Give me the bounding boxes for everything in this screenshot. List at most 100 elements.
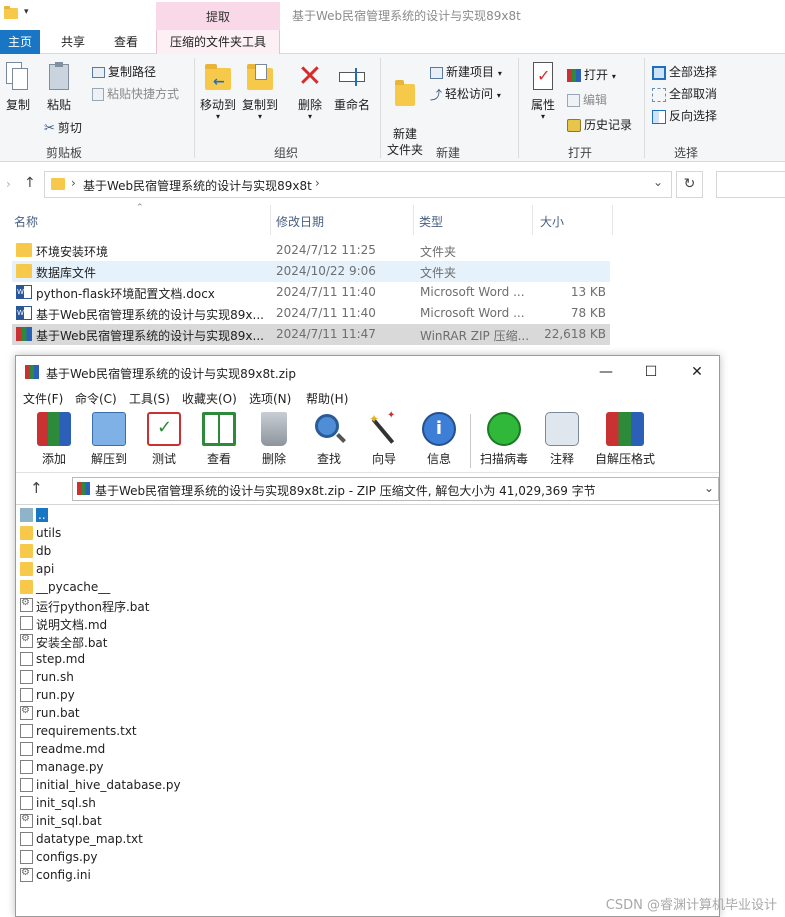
- easy-access-label: 轻松访问: [445, 87, 494, 101]
- move-to-button[interactable]: ← 移动到 ▾: [198, 62, 238, 121]
- file-size: 22,618 KB: [544, 327, 606, 341]
- back-arrow-icon[interactable]: ›: [6, 177, 11, 191]
- breadcrumb-separator-icon: ›: [71, 176, 76, 190]
- tab-home[interactable]: 主页: [0, 30, 40, 54]
- address-bar[interactable]: › 基于Web民宿管理系统的设计与实现89x8t › ⌄: [44, 171, 672, 198]
- column-divider[interactable]: [532, 205, 533, 235]
- edit-button[interactable]: 编辑: [567, 91, 607, 108]
- chevron-down-icon[interactable]: ⌄: [653, 175, 663, 189]
- history-button[interactable]: 历史记录: [567, 116, 632, 133]
- column-divider[interactable]: [612, 205, 613, 235]
- search-input[interactable]: [716, 171, 785, 198]
- up-arrow-icon[interactable]: ↑: [24, 175, 36, 191]
- copy-path-button[interactable]: 复制路径: [92, 63, 156, 80]
- column-header-date[interactable]: 修改日期: [276, 213, 324, 230]
- invert-selection-button[interactable]: 反向选择: [652, 107, 717, 124]
- chevron-down-icon: ▾: [215, 112, 220, 121]
- watermark: CSDN @睿渊计算机毕业设计: [605, 898, 777, 913]
- sfx-icon: [606, 412, 644, 446]
- menu-favorites[interactable]: 收藏夹(O): [182, 390, 237, 407]
- sfx-button[interactable]: 自解压格式: [590, 412, 660, 467]
- word-icon: W: [16, 285, 32, 299]
- menu-options[interactable]: 选项(N): [249, 390, 291, 407]
- column-divider[interactable]: [270, 205, 271, 235]
- info-button[interactable]: i 信息: [411, 412, 467, 467]
- new-item-icon: [430, 66, 443, 79]
- select-none-button[interactable]: 全部取消: [652, 85, 717, 102]
- easy-access-button[interactable]: ⤴ 轻松访问 ▾: [430, 85, 501, 103]
- menu-commands[interactable]: 命令(C): [75, 390, 117, 407]
- add-archive-icon: [37, 412, 71, 446]
- file-row[interactable]: 基于Web民宿管理系统的设计与实现89x... 2024/7/11 11:47 …: [12, 324, 610, 345]
- select-all-button[interactable]: 全部选择: [652, 63, 717, 80]
- quick-access-dropdown-icon[interactable]: ▾: [24, 7, 29, 17]
- paste-shortcut-icon: [92, 88, 104, 101]
- paste-shortcut-label: 粘贴快捷方式: [107, 87, 180, 101]
- menu-tools[interactable]: 工具(S): [129, 390, 170, 407]
- scan-virus-button[interactable]: 扫描病毒: [476, 412, 532, 467]
- item-name: 运行python程序.bat: [36, 600, 150, 614]
- delete-x-icon: ✕: [297, 59, 323, 94]
- file-icon: [20, 778, 33, 792]
- close-button[interactable]: ✕: [675, 360, 719, 384]
- delete-button[interactable]: ✕ 删除 ▾: [294, 62, 326, 121]
- test-button[interactable]: ✓ 测试: [136, 412, 192, 467]
- new-group-label: 新建: [436, 146, 461, 160]
- refresh-button[interactable]: ↻: [676, 171, 703, 198]
- paste-shortcut-button[interactable]: 粘贴快捷方式: [92, 85, 179, 102]
- winrar-icon: [16, 327, 32, 341]
- file-row[interactable]: W python-flask环境配置文档.docx 2024/7/11 11:4…: [12, 282, 610, 303]
- file-type: Microsoft Word ...: [420, 285, 525, 299]
- open-button[interactable]: 打开 ▾: [567, 66, 616, 83]
- tab-view[interactable]: 查看: [104, 30, 148, 54]
- winrar-title: 基于Web民宿管理系统的设计与实现89x8t.zip: [46, 367, 296, 381]
- winrar-path-dropdown[interactable]: 基于Web民宿管理系统的设计与实现89x8t.zip - ZIP 压缩文件, 解…: [72, 477, 719, 501]
- file-name: 数据库文件: [36, 266, 97, 280]
- up-arrow-icon[interactable]: ↑: [30, 479, 43, 497]
- tab-share[interactable]: 共享: [52, 30, 94, 54]
- menu-file[interactable]: 文件(F): [23, 390, 63, 407]
- comment-button[interactable]: 注释: [534, 412, 590, 467]
- wizard-button[interactable]: ✦ ✦ 向导: [356, 410, 412, 467]
- chevron-down-icon: ▾: [307, 112, 312, 121]
- folder-icon: [20, 580, 33, 594]
- batch-file-icon: [20, 597, 33, 612]
- rename-button[interactable]: 重命名: [332, 62, 372, 113]
- copy-to-button[interactable]: 复制到 ▾: [240, 62, 280, 121]
- delete-archive-button[interactable]: 删除: [246, 412, 302, 467]
- breadcrumb-separator-icon: ›: [315, 176, 320, 190]
- extract-to-button[interactable]: 解压到: [81, 412, 137, 467]
- column-header-type[interactable]: 类型: [419, 213, 443, 230]
- view-button[interactable]: 查看: [191, 412, 247, 467]
- item-name: configs.py: [36, 850, 98, 864]
- properties-button[interactable]: ✓ 属性 ▾: [526, 62, 560, 121]
- cut-button[interactable]: ✂ 剪切: [44, 119, 82, 136]
- item-name: init_sql.sh: [36, 796, 96, 810]
- copy-button[interactable]: 复制: [2, 62, 34, 113]
- winrar-icon: [77, 482, 90, 495]
- column-header-size[interactable]: 大小: [540, 213, 564, 230]
- file-row[interactable]: 数据库文件 2024/10/22 9:06 文件夹: [12, 261, 610, 282]
- column-header-name[interactable]: 名称: [14, 213, 38, 230]
- menu-help[interactable]: 帮助(H): [306, 390, 348, 407]
- scan-virus-label: 扫描病毒: [479, 452, 528, 466]
- maximize-button[interactable]: ☐: [629, 360, 673, 384]
- item-name: 安装全部.bat: [36, 636, 108, 650]
- file-row[interactable]: W 基于Web民宿管理系统的设计与实现89x... 2024/7/11 11:4…: [12, 303, 610, 324]
- add-button[interactable]: 添加: [26, 412, 82, 467]
- new-folder-button[interactable]: 新建 文件夹: [384, 62, 426, 158]
- paste-button[interactable]: 粘贴: [42, 62, 76, 113]
- sort-ascending-icon: ⌃: [136, 203, 144, 213]
- chevron-down-icon: ▾: [611, 72, 616, 81]
- scissors-icon: ✂: [44, 121, 55, 136]
- test-clipboard-icon: ✓: [147, 412, 181, 446]
- copy-label: 复制: [5, 98, 30, 112]
- tab-compressed-folder-tools[interactable]: 压缩的文件夹工具: [156, 30, 280, 54]
- new-item-button[interactable]: 新建项目 ▾: [430, 63, 502, 80]
- minimize-button[interactable]: —: [584, 360, 628, 384]
- column-divider[interactable]: [413, 205, 414, 235]
- item-name: __pycache__: [36, 580, 111, 594]
- chevron-down-icon: ▾: [540, 112, 545, 121]
- find-button[interactable]: 查找: [301, 412, 357, 467]
- file-row[interactable]: 环境安装环境 2024/7/12 11:25 文件夹: [12, 240, 610, 261]
